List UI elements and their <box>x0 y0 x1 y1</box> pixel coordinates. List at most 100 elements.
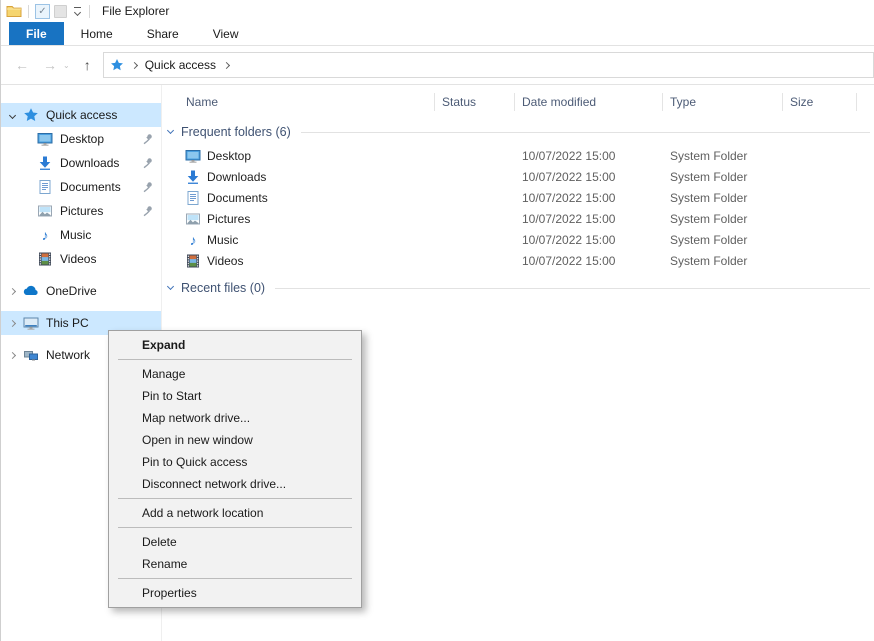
chevron-down-icon[interactable] <box>1 113 23 118</box>
new-folder-qat-icon[interactable] <box>54 5 67 18</box>
menu-item-add-network-location[interactable]: Add a network location <box>109 502 361 524</box>
menu-item-pin-to-quick-access[interactable]: Pin to Quick access <box>109 451 361 473</box>
chevron-down-icon[interactable] <box>167 283 174 290</box>
row-name: Music <box>207 233 238 247</box>
column-header-size[interactable]: Size <box>783 93 857 111</box>
chevron-right-icon[interactable] <box>223 61 230 68</box>
back-button[interactable]: ← <box>15 58 29 72</box>
recent-locations-dropdown-icon[interactable]: ⌄ <box>63 61 70 70</box>
window-title: File Explorer <box>102 4 169 18</box>
table-row[interactable]: Desktop 10/07/2022 15:00 System Folder <box>162 145 874 166</box>
menu-separator <box>118 527 352 528</box>
group-label: Frequent folders (6) <box>181 125 291 139</box>
menu-item-manage[interactable]: Manage <box>109 363 361 385</box>
pin-icon <box>142 181 154 193</box>
file-explorer-window: ✓ File Explorer File Home Share View ← →… <box>0 0 874 641</box>
row-type: System Folder <box>663 191 783 205</box>
table-row[interactable]: Documents 10/07/2022 15:00 System Folder <box>162 187 874 208</box>
sidebar-item-onedrive[interactable]: OneDrive <box>1 279 161 303</box>
sidebar-item-downloads[interactable]: Downloads <box>1 151 161 175</box>
row-date-modified: 10/07/2022 15:00 <box>515 254 663 268</box>
tab-share[interactable]: Share <box>130 22 196 45</box>
desktop-icon <box>185 148 201 164</box>
sidebar-item-label: Quick access <box>46 108 117 122</box>
documents-icon <box>185 190 201 206</box>
row-type: System Folder <box>663 212 783 226</box>
desktop-icon <box>37 131 53 147</box>
group-header-recent-files[interactable]: Recent files (0) <box>168 278 870 298</box>
chevron-right-icon[interactable] <box>1 353 23 358</box>
menu-item-disconnect-network-drive[interactable]: Disconnect network drive... <box>109 473 361 495</box>
column-header-row: Name Status Date modified Type Size <box>162 87 874 117</box>
menu-item-expand[interactable]: Expand <box>109 334 361 356</box>
menu-item-rename[interactable]: Rename <box>109 553 361 575</box>
menu-separator <box>118 578 352 579</box>
downloads-icon <box>185 169 201 185</box>
row-type: System Folder <box>663 170 783 184</box>
chevron-right-icon[interactable] <box>1 289 23 294</box>
menu-item-delete[interactable]: Delete <box>109 531 361 553</box>
group-header-frequent-folders[interactable]: Frequent folders (6) <box>168 122 870 142</box>
column-header-spacer <box>857 93 874 111</box>
row-date-modified: 10/07/2022 15:00 <box>515 149 663 163</box>
sidebar-item-quick-access[interactable]: Quick access <box>1 103 161 127</box>
pictures-icon <box>37 203 53 219</box>
column-header-type[interactable]: Type <box>663 93 783 111</box>
customize-qat-icon[interactable] <box>74 7 81 15</box>
sidebar-item-label: Music <box>60 228 91 242</box>
downloads-icon <box>37 155 53 171</box>
row-type: System Folder <box>663 149 783 163</box>
menu-separator <box>118 359 352 360</box>
row-name: Videos <box>207 254 243 268</box>
chevron-down-icon[interactable] <box>167 127 174 134</box>
row-type: System Folder <box>663 254 783 268</box>
sidebar-item-pictures[interactable]: Pictures <box>1 199 161 223</box>
sidebar-item-desktop[interactable]: Desktop <box>1 127 161 151</box>
column-header-status[interactable]: Status <box>435 93 515 111</box>
row-name: Documents <box>207 191 268 205</box>
column-header-date-modified[interactable]: Date modified <box>515 93 663 111</box>
sidebar-item-documents[interactable]: Documents <box>1 175 161 199</box>
sidebar-item-music[interactable]: ♪ Music <box>1 223 161 247</box>
column-header-name[interactable]: Name <box>162 93 435 111</box>
row-date-modified: 10/07/2022 15:00 <box>515 191 663 205</box>
menu-item-properties[interactable]: Properties <box>109 582 361 604</box>
menu-separator <box>118 498 352 499</box>
chevron-right-icon[interactable] <box>131 61 138 68</box>
pin-icon <box>142 157 154 169</box>
menu-item-pin-to-start[interactable]: Pin to Start <box>109 385 361 407</box>
menu-item-open-in-new-window[interactable]: Open in new window <box>109 429 361 451</box>
table-row[interactable]: ♪Music 10/07/2022 15:00 System Folder <box>162 229 874 250</box>
divider <box>89 5 90 18</box>
pin-icon <box>142 133 154 145</box>
tab-view[interactable]: View <box>196 22 256 45</box>
network-icon <box>23 347 39 363</box>
sidebar-item-label: Documents <box>60 180 121 194</box>
up-button[interactable]: ↑ <box>84 58 91 72</box>
sidebar-item-label: Network <box>46 348 90 362</box>
breadcrumb-item[interactable]: Quick access <box>145 58 216 72</box>
address-input[interactable]: Quick access <box>103 52 874 78</box>
forward-button[interactable]: → <box>43 58 57 72</box>
row-name: Desktop <box>207 149 251 163</box>
this-pc-icon <box>23 315 39 331</box>
table-row[interactable]: Pictures 10/07/2022 15:00 System Folder <box>162 208 874 229</box>
row-date-modified: 10/07/2022 15:00 <box>515 170 663 184</box>
group-divider-line <box>275 288 870 289</box>
sidebar-item-label: This PC <box>46 316 89 330</box>
table-row[interactable]: Videos 10/07/2022 15:00 System Folder <box>162 250 874 271</box>
quick-access-star-icon <box>23 107 39 123</box>
sidebar-item-label: Pictures <box>60 204 103 218</box>
table-row[interactable]: Downloads 10/07/2022 15:00 System Folder <box>162 166 874 187</box>
sidebar-item-videos[interactable]: Videos <box>1 247 161 271</box>
row-date-modified: 10/07/2022 15:00 <box>515 233 663 247</box>
chevron-right-icon[interactable] <box>1 321 23 326</box>
app-folder-icon <box>6 3 22 19</box>
tab-file[interactable]: File <box>9 22 64 45</box>
videos-icon <box>37 251 53 267</box>
group-divider-line <box>301 132 870 133</box>
tab-home[interactable]: Home <box>64 22 130 45</box>
properties-qat-icon[interactable]: ✓ <box>35 4 50 19</box>
context-menu: Expand Manage Pin to Start Map network d… <box>108 330 362 608</box>
menu-item-map-network-drive[interactable]: Map network drive... <box>109 407 361 429</box>
